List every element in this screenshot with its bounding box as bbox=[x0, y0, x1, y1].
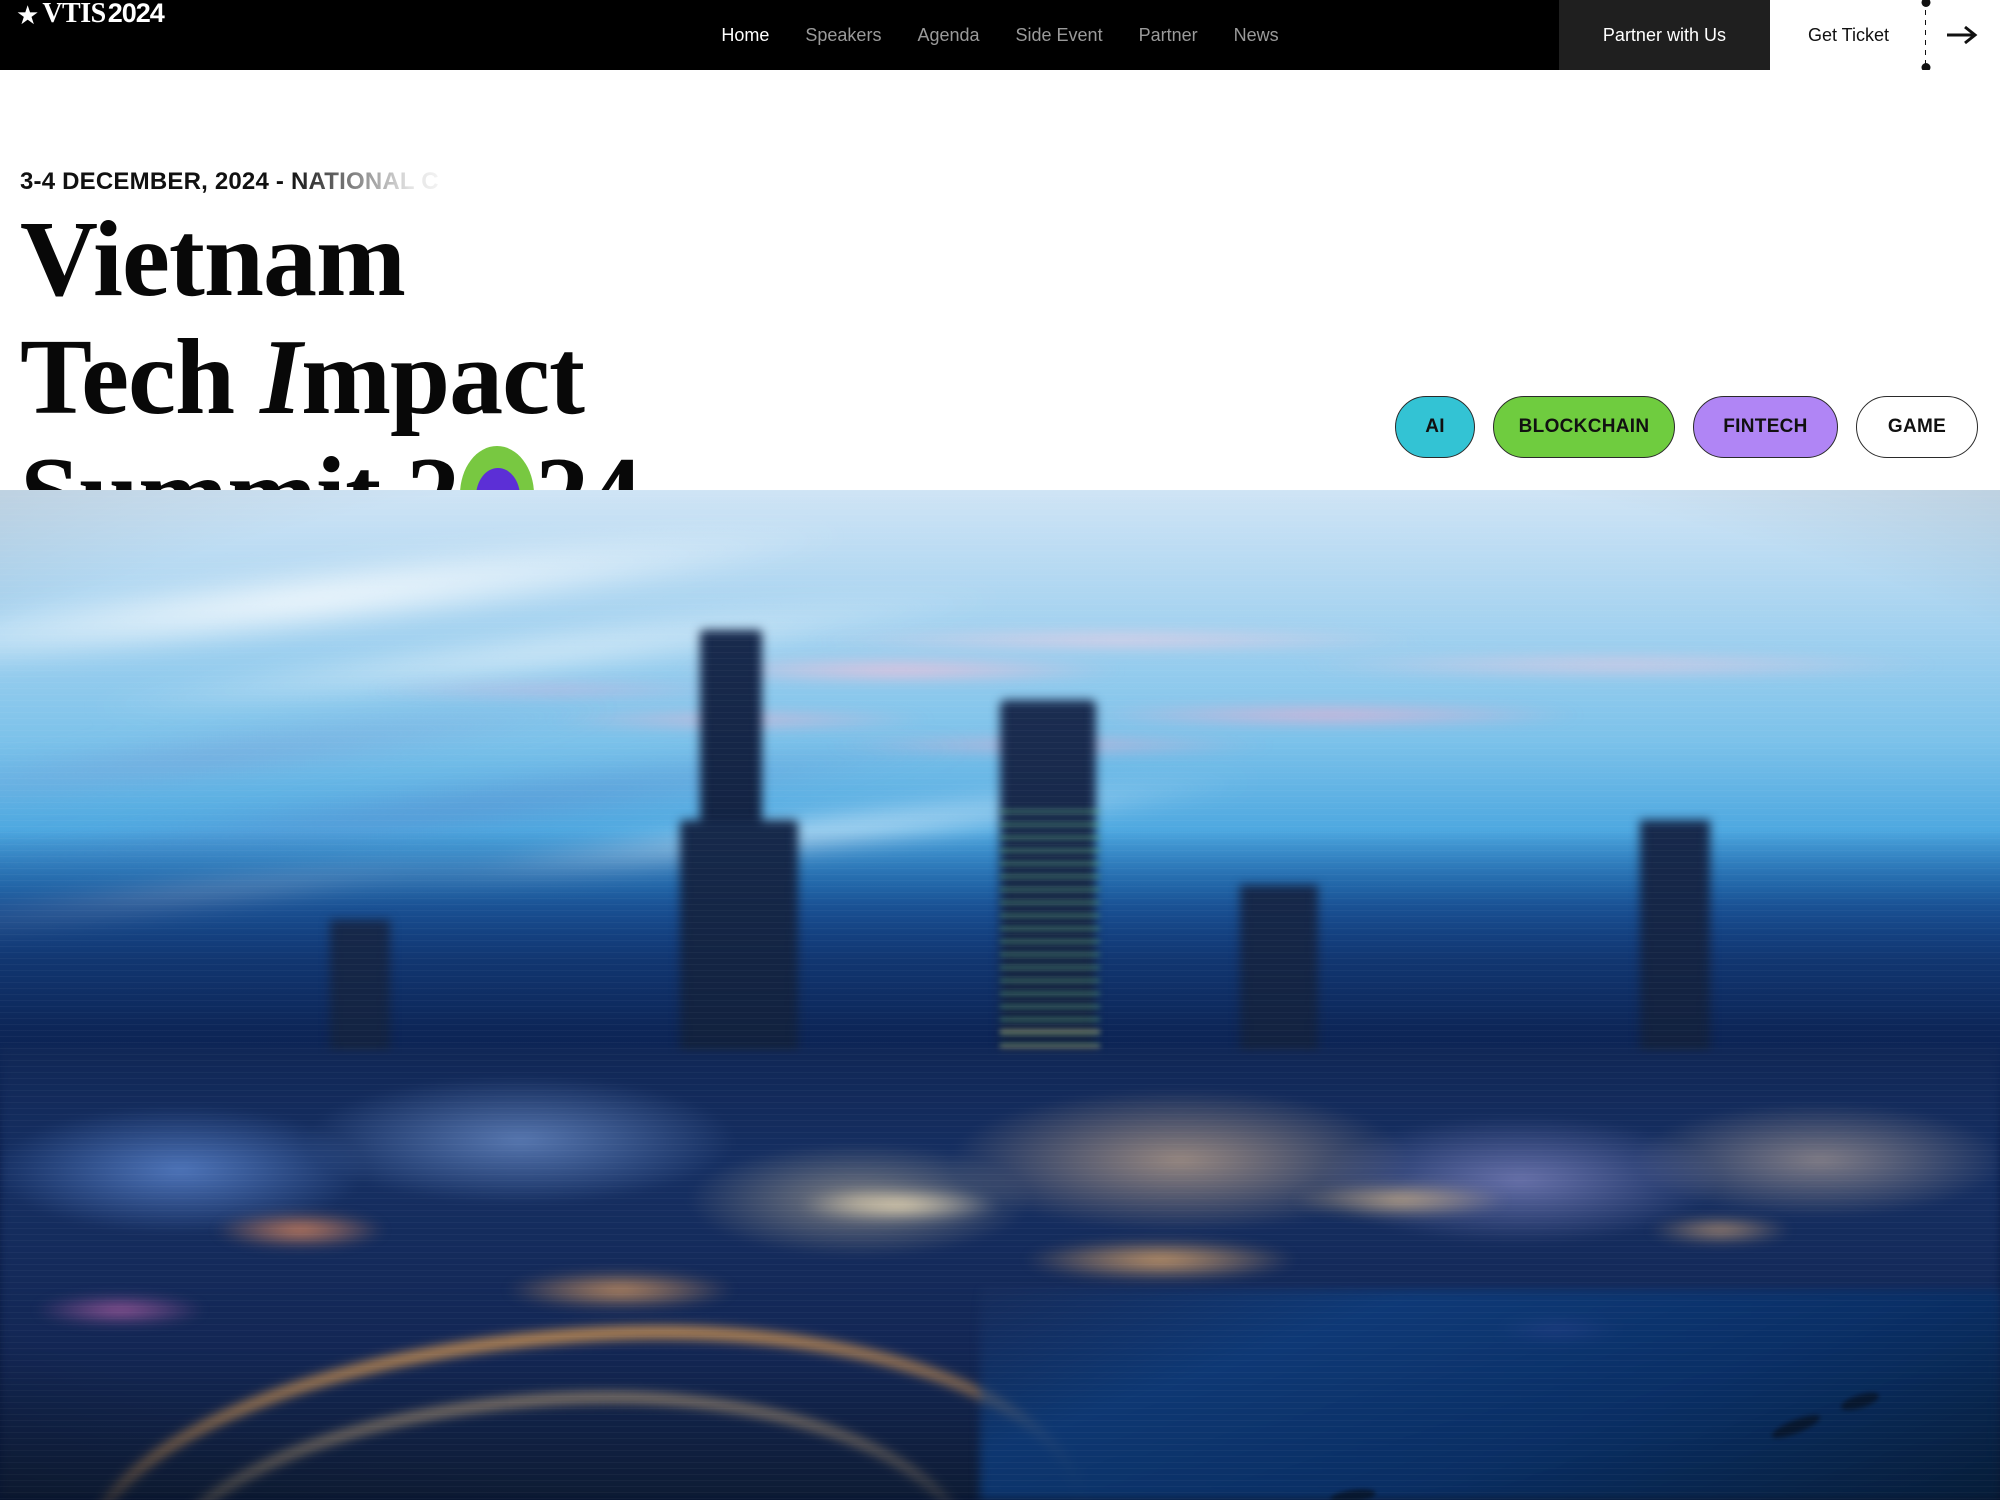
hero-heading-section: 3-4 DECEMBER, 2024 - NATIONAL C Vietnam … bbox=[0, 70, 2000, 550]
star-icon: ★ bbox=[16, 0, 40, 30]
nav-item-speakers[interactable]: Speakers bbox=[805, 0, 881, 70]
get-ticket-label: Get Ticket bbox=[1807, 24, 1889, 45]
headline-word-vietnam: Vietnam bbox=[20, 200, 406, 319]
headline-word-mpact: mpact bbox=[301, 318, 585, 437]
arrow-right-icon[interactable] bbox=[1926, 0, 2000, 70]
event-date-location: 3-4 DECEMBER, 2024 - NATIONAL C bbox=[20, 168, 439, 195]
nav-item-home[interactable]: Home bbox=[721, 0, 769, 70]
headline-line-1: Vietnam bbox=[20, 206, 2000, 324]
pill-fintech[interactable]: FINTECH bbox=[1693, 396, 1838, 458]
hero-background-image bbox=[0, 490, 2000, 1500]
pill-ai[interactable]: AI bbox=[1395, 396, 1475, 458]
headline-word-tech: Tech bbox=[20, 318, 261, 437]
top-navigation-bar: ★ VTIS 2024 Home Speakers Agenda Side Ev… bbox=[0, 0, 2000, 70]
pill-blockchain[interactable]: BLOCKCHAIN bbox=[1493, 396, 1675, 458]
topic-pill-group: AI BLOCKCHAIN FINTECH GAME bbox=[1395, 396, 1978, 458]
logo-text-year: 2024 bbox=[107, 0, 165, 28]
pill-game[interactable]: GAME bbox=[1856, 396, 1978, 458]
river-water bbox=[980, 1290, 2000, 1500]
nav-item-agenda[interactable]: Agenda bbox=[917, 0, 979, 70]
nav-item-news[interactable]: News bbox=[1234, 0, 1279, 70]
partner-with-us-button[interactable]: Partner with Us bbox=[1558, 0, 1770, 70]
logo-text-vtis: VTIS bbox=[42, 0, 106, 29]
nav-item-partner[interactable]: Partner bbox=[1139, 0, 1198, 70]
primary-nav: Home Speakers Agenda Side Event Partner … bbox=[721, 0, 1278, 70]
dashed-divider bbox=[1925, 0, 1926, 70]
headline-letter-i: I bbox=[260, 318, 302, 437]
site-logo[interactable]: ★ VTIS 2024 bbox=[16, 0, 165, 70]
nav-item-side-event[interactable]: Side Event bbox=[1016, 0, 1103, 70]
nav-actions: Partner with Us Get Ticket bbox=[1558, 0, 2000, 70]
get-ticket-button[interactable]: Get Ticket bbox=[1769, 0, 2000, 70]
